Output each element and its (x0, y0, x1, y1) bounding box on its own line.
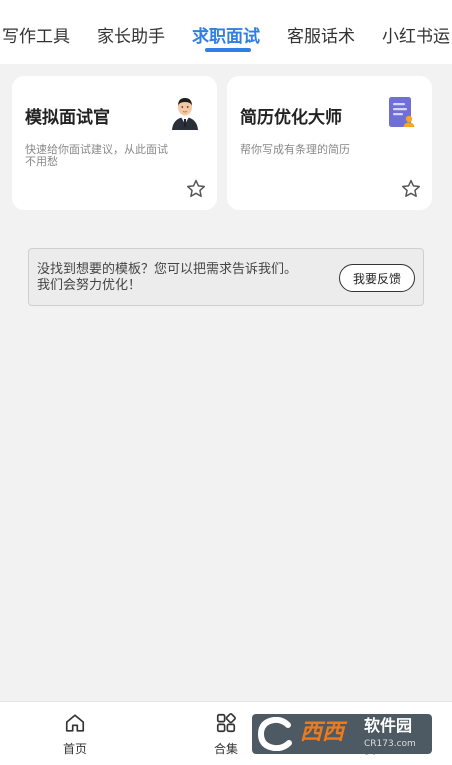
nav-item-home[interactable]: 首页 (45, 712, 105, 757)
tab-job-interview[interactable]: 求职面试 (192, 25, 260, 49)
card-description: 帮你写成有条理的简历 (240, 143, 350, 156)
nav-label: 合集 (213, 742, 238, 756)
card-title: 简历优化大师 (240, 108, 342, 128)
template-card-mock-interviewer[interactable]: 模拟面试官 快速给你面试建议，从此面试不用愁 (12, 76, 217, 210)
watermark-brand: 西西 (300, 720, 345, 745)
watermark-url: CR173.com (364, 739, 416, 749)
resume-document-icon (389, 97, 415, 127)
template-card-resume-master[interactable]: 简历优化大师 帮你写成有条理的简历 (227, 76, 432, 210)
home-icon (65, 714, 85, 732)
card-description: 快速给你面试建议，从此面试不用愁 (25, 143, 168, 168)
favorite-star-icon[interactable] (400, 178, 422, 200)
tab-writing-tools[interactable]: 写作工具 (2, 25, 70, 49)
category-tab-bar: 写作工具 家长助手 求职面试 客服话术 小红书运 (0, 0, 452, 64)
watermark-site: 软件园 (364, 716, 413, 735)
nav-label: 首页 (62, 742, 87, 756)
site-watermark-logo: 西西 软件园 CR173.com (252, 714, 432, 754)
apps-grid-icon (216, 713, 236, 733)
feedback-button[interactable]: 我要反馈 (339, 264, 415, 292)
watermark-c-logo-icon (257, 717, 292, 751)
nav-item-collection[interactable]: 合集 (196, 712, 256, 757)
tab-xiaohongshu[interactable]: 小红书运 (382, 25, 450, 49)
active-tab-indicator (205, 48, 251, 52)
tab-customer-service[interactable]: 客服话术 (287, 25, 355, 49)
interviewer-avatar-icon (172, 98, 198, 130)
card-title: 模拟面试官 (25, 108, 110, 128)
feedback-message: 没找到想要的模板？您可以把需求告诉我们。我们会努力优化！ (37, 262, 298, 293)
favorite-star-icon[interactable] (185, 178, 207, 200)
feedback-banner: 没找到想要的模板？您可以把需求告诉我们。我们会努力优化！ 我要反馈 (28, 248, 424, 306)
tab-parent-assistant[interactable]: 家长助手 (97, 25, 165, 49)
